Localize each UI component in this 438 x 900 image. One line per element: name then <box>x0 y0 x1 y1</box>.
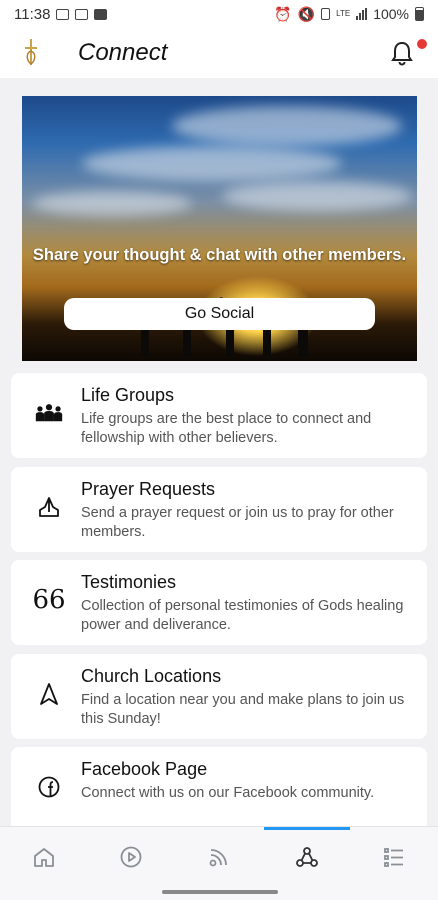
card-title: Prayer Requests <box>81 479 216 499</box>
battery-percent: 100% <box>373 6 409 22</box>
card-notification-icon <box>75 8 89 20</box>
youtube-notification-icon <box>94 8 108 20</box>
lock-icon <box>321 8 331 20</box>
card-description: Life groups are the best place to connec… <box>81 411 372 446</box>
home-icon[interactable] <box>24 842 64 872</box>
network-type: LTE <box>336 9 351 18</box>
status-bar: 11:38 ⏰ 🔇 LTE 100% <box>0 0 438 28</box>
podcast-icon[interactable] <box>199 842 239 872</box>
list-icon[interactable] <box>374 842 414 872</box>
app-bar: Connect <box>0 28 438 78</box>
card-description: Collection of personal testimonies of Go… <box>81 598 404 633</box>
prayer-requests-card[interactable]: Prayer Requests Send a prayer request or… <box>11 467 427 552</box>
page-title: Connect <box>78 39 168 66</box>
card-description: Find a location near you and make plans … <box>81 692 405 727</box>
active-tab-indicator <box>264 827 350 830</box>
bell-icon[interactable] <box>390 40 414 66</box>
quote-icon: 66 <box>32 585 66 615</box>
social-banner: Share your thought & chat with other mem… <box>22 96 417 361</box>
signal-icon <box>356 8 368 20</box>
people-group-icon <box>35 399 63 427</box>
church-locations-card[interactable]: Church Locations Find a location near yo… <box>11 654 427 739</box>
church-logo-icon[interactable] <box>20 38 42 68</box>
connect-icon[interactable] <box>287 842 327 872</box>
gallery-notification-icon <box>56 8 70 20</box>
mute-icon: 🔇 <box>297 5 316 22</box>
testimonies-card[interactable]: 66 Testimonies Collection of personal te… <box>11 560 427 645</box>
battery-icon <box>415 7 424 21</box>
card-description: Send a prayer request or join us to pray… <box>81 505 394 540</box>
go-social-button[interactable]: Go Social <box>64 298 375 330</box>
card-title: Life Groups <box>81 385 175 405</box>
facebook-icon <box>35 773 63 801</box>
bottom-navigation <box>0 826 438 900</box>
praying-hands-icon <box>35 493 63 521</box>
card-title: Church Locations <box>81 666 222 686</box>
location-pointer-icon <box>35 680 63 708</box>
card-description: Connect with us on our Facebook communit… <box>81 785 375 801</box>
card-title: Testimonies <box>81 572 177 592</box>
status-time: 11:38 <box>14 5 51 23</box>
facebook-page-card[interactable]: Facebook Page Connect with us on our Fac… <box>11 747 427 832</box>
banner-caption: Share your thought & chat with other mem… <box>32 246 407 264</box>
life-groups-card[interactable]: Life Groups Life groups are the best pla… <box>11 373 427 458</box>
alarm-icon: ⏰ <box>274 5 292 22</box>
notification-dot <box>417 39 427 49</box>
system-home-indicator[interactable] <box>162 890 278 894</box>
play-icon[interactable] <box>111 842 151 872</box>
card-title: Facebook Page <box>81 759 208 779</box>
